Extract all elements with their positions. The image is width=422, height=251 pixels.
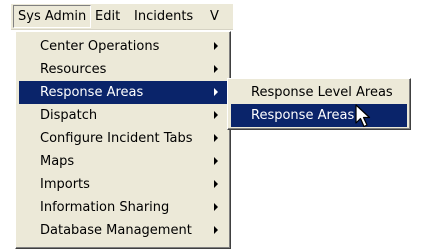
mouse-pointer-icon [355, 104, 371, 128]
menu-item-label: Response Areas [40, 85, 144, 100]
menu-item-label: Center Operations [40, 39, 160, 54]
menu-item-maps[interactable]: Maps [19, 150, 227, 173]
submenu-arrow-icon [214, 226, 218, 234]
menu-item-imports[interactable]: Imports [19, 173, 227, 196]
menu-item-configure-incident-tabs[interactable]: Configure Incident Tabs [19, 127, 227, 150]
menu-item-resources[interactable]: Resources [19, 58, 227, 81]
submenu-arrow-icon [214, 111, 218, 119]
menu-item-dispatch[interactable]: Dispatch [19, 104, 227, 127]
submenu-arrow-icon [214, 203, 218, 211]
submenu-arrow-icon [214, 157, 218, 165]
menu-item-database-management[interactable]: Database Management [19, 219, 227, 242]
menu-item-label: Configure Incident Tabs [40, 131, 193, 146]
menu-incidents[interactable]: Incidents [130, 6, 197, 27]
menu-edit[interactable]: Edit [91, 6, 124, 27]
menu-view-truncated[interactable]: V [206, 6, 223, 27]
response-areas-submenu: Response Level Areas Response Areas [227, 78, 411, 130]
submenu-arrow-icon [214, 88, 218, 96]
menu-sys-admin[interactable]: Sys Admin [13, 5, 92, 28]
menu-bar: Sys Admin Edit Incidents V [11, 4, 233, 30]
submenu-arrow-icon [214, 42, 218, 50]
submenu-arrow-icon [214, 65, 218, 73]
menu-item-center-operations[interactable]: Center Operations [19, 35, 227, 58]
menu-item-label: Dispatch [40, 108, 98, 123]
submenu-item-response-level-areas[interactable]: Response Level Areas [231, 81, 407, 104]
menu-item-label: Imports [40, 177, 90, 192]
menu-item-label: Resources [40, 62, 107, 77]
submenu-arrow-icon [214, 134, 218, 142]
menu-item-label: Response Areas [251, 108, 355, 123]
menu-item-information-sharing[interactable]: Information Sharing [19, 196, 227, 219]
menu-item-label: Response Level Areas [251, 85, 393, 100]
submenu-item-response-areas[interactable]: Response Areas [231, 104, 407, 127]
menu-item-label: Maps [40, 154, 75, 169]
menu-item-label: Database Management [40, 223, 192, 238]
submenu-arrow-icon [214, 180, 218, 188]
menu-item-label: Information Sharing [40, 200, 170, 215]
sys-admin-dropdown: Center Operations Resources Response Are… [15, 31, 231, 249]
menu-item-response-areas[interactable]: Response Areas [19, 81, 227, 104]
